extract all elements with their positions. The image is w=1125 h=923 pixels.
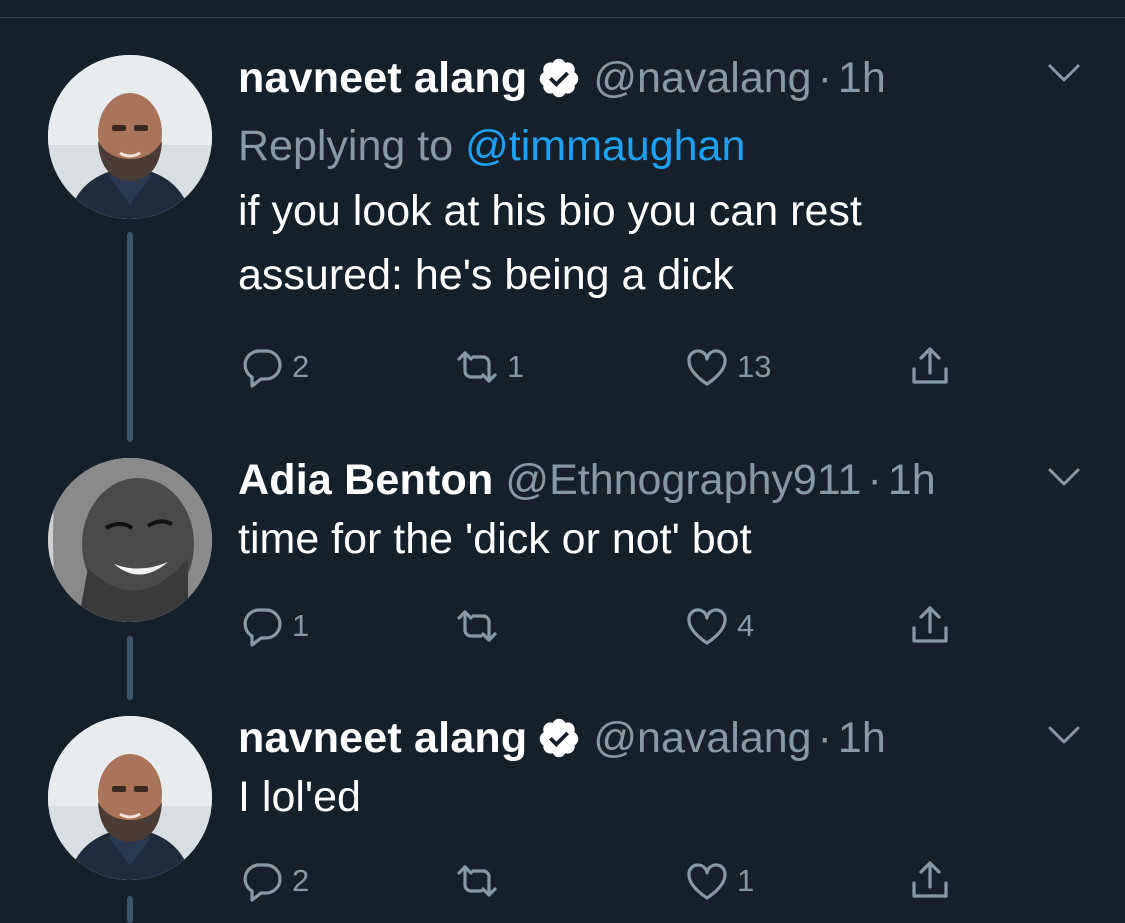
reply-count: 1 bbox=[292, 608, 310, 643]
share-button[interactable] bbox=[906, 343, 954, 391]
retweet-count: 1 bbox=[507, 349, 525, 384]
tweet[interactable]: navneet alang @navalang · 1h Replying to… bbox=[238, 53, 1038, 307]
reply-button[interactable]: 1 bbox=[238, 602, 309, 650]
replying-to-label: Replying to bbox=[238, 122, 454, 170]
separator-dot: · bbox=[817, 714, 832, 762]
tweet-text-line: I lol'ed bbox=[238, 773, 361, 821]
tweet-thread: navneet alang @navalang · 1h Replying to… bbox=[0, 0, 1125, 923]
reply-button[interactable]: 2 bbox=[238, 343, 309, 391]
display-name[interactable]: navneet alang bbox=[238, 53, 527, 103]
timestamp[interactable]: 1h bbox=[888, 455, 936, 505]
retweet-icon bbox=[457, 610, 497, 642]
tweet[interactable]: navneet alang @navalang · 1h I lol'ed bbox=[238, 713, 1038, 829]
replying-to: Replying to @timmaughan bbox=[238, 121, 1038, 171]
verified-badge-icon bbox=[537, 716, 581, 760]
tweet-actions: 2 1 13 bbox=[238, 343, 998, 393]
like-icon bbox=[687, 349, 727, 386]
user-handle[interactable]: @Ethnography911 bbox=[505, 455, 861, 505]
reply-button[interactable]: 2 bbox=[238, 857, 309, 905]
thread-connector bbox=[127, 636, 133, 700]
chevron-down-icon[interactable] bbox=[1044, 720, 1084, 750]
tweet-text: if you look at his bio you can rest assu… bbox=[238, 179, 1038, 307]
tweet-text-line: if you look at his bio you can rest bbox=[238, 187, 862, 235]
user-handle[interactable]: @navalang bbox=[593, 713, 811, 763]
like-button[interactable]: 4 bbox=[683, 602, 754, 650]
separator-dot: · bbox=[817, 54, 832, 102]
top-divider bbox=[0, 17, 1125, 18]
like-count: 4 bbox=[737, 608, 755, 643]
like-button[interactable]: 13 bbox=[683, 343, 771, 391]
tweet-text: time for the 'dick or not' bot bbox=[238, 507, 1038, 571]
share-icon bbox=[912, 347, 948, 384]
tweet-actions: 2 1 bbox=[238, 857, 998, 907]
timestamp[interactable]: 1h bbox=[838, 713, 886, 763]
avatar-navneet[interactable] bbox=[48, 55, 212, 219]
share-button[interactable] bbox=[906, 857, 954, 905]
retweet-button[interactable]: 1 bbox=[453, 343, 524, 391]
tweet[interactable]: Adia Benton @Ethnography911 · 1h time fo… bbox=[238, 455, 1038, 571]
reply-count: 2 bbox=[292, 349, 310, 384]
share-icon bbox=[912, 861, 948, 898]
avatar-navneet[interactable] bbox=[48, 716, 212, 880]
like-icon bbox=[687, 608, 727, 645]
tweet-actions: 1 4 bbox=[238, 602, 998, 652]
chevron-down-icon[interactable] bbox=[1044, 58, 1084, 88]
share-icon bbox=[912, 606, 948, 643]
user-handle[interactable]: @navalang bbox=[593, 53, 811, 103]
reply-count: 2 bbox=[292, 863, 310, 898]
reply-icon bbox=[243, 608, 282, 647]
verified-badge-icon bbox=[537, 56, 581, 100]
retweet-button[interactable] bbox=[453, 602, 507, 650]
tweet-header: navneet alang @navalang · 1h bbox=[238, 713, 1038, 763]
display-name[interactable]: Adia Benton bbox=[238, 455, 493, 505]
timestamp[interactable]: 1h bbox=[838, 53, 886, 103]
like-count: 13 bbox=[737, 349, 772, 384]
thread-connector bbox=[127, 232, 133, 442]
tweet-header: navneet alang @navalang · 1h bbox=[238, 53, 1038, 103]
tweet-text-line: assured: he's being a dick bbox=[238, 251, 734, 299]
like-icon bbox=[687, 863, 727, 900]
separator-dot: · bbox=[867, 456, 882, 504]
avatar-adia[interactable] bbox=[48, 458, 212, 622]
like-count: 1 bbox=[737, 863, 755, 898]
retweet-icon bbox=[457, 351, 497, 383]
like-button[interactable]: 1 bbox=[683, 857, 754, 905]
retweet-icon bbox=[457, 865, 497, 897]
tweet-text: I lol'ed bbox=[238, 765, 1038, 829]
share-button[interactable] bbox=[906, 602, 954, 650]
tweet-header: Adia Benton @Ethnography911 · 1h bbox=[238, 455, 1038, 505]
display-name[interactable]: navneet alang bbox=[238, 713, 527, 763]
retweet-button[interactable] bbox=[453, 857, 507, 905]
reply-icon bbox=[243, 863, 282, 902]
reply-icon bbox=[243, 349, 282, 388]
replying-to-link[interactable]: @timmaughan bbox=[465, 122, 745, 170]
thread-connector bbox=[127, 896, 133, 923]
tweet-text-line: time for the 'dick or not' bot bbox=[238, 515, 752, 563]
chevron-down-icon[interactable] bbox=[1044, 462, 1084, 492]
